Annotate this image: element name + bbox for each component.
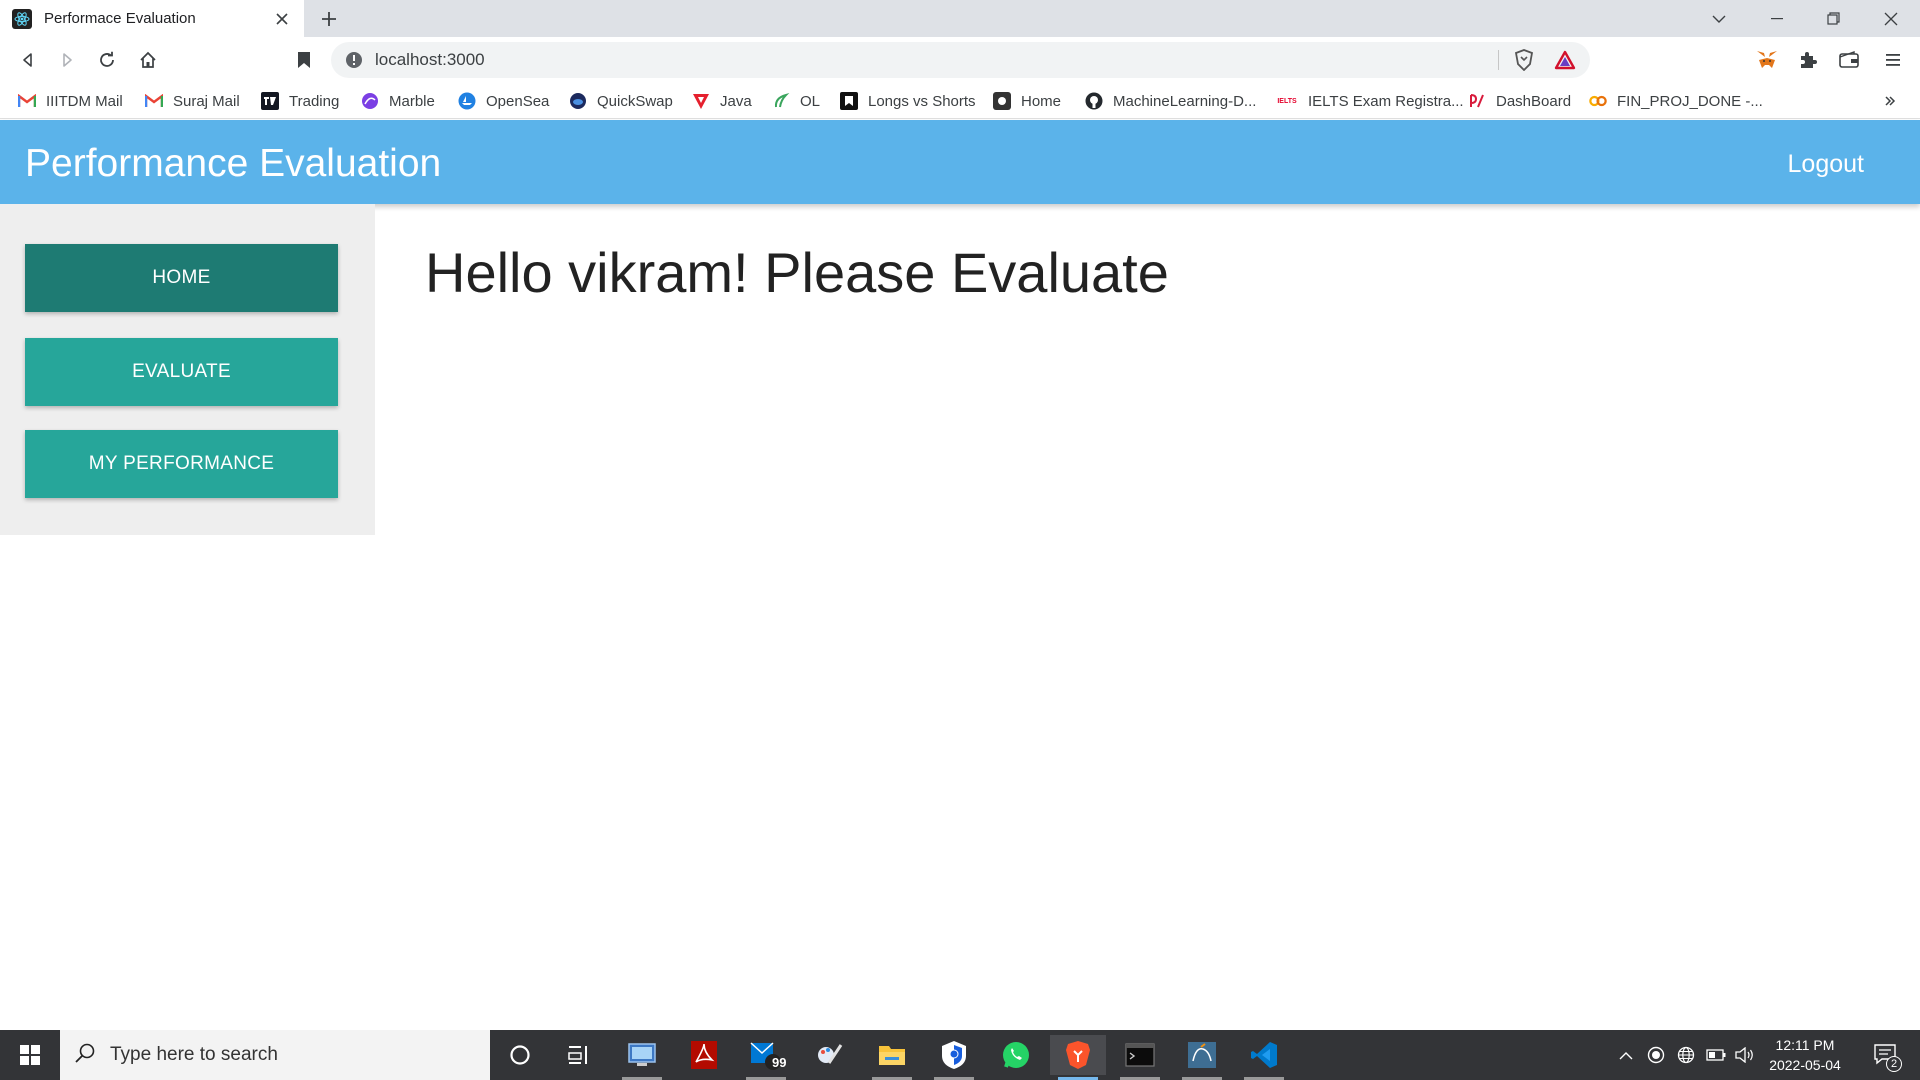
bookmarks-bar: IIITDM Mail Suraj Mail Trading Marble Op… bbox=[0, 83, 1920, 119]
notification-count-badge: 2 bbox=[1886, 1056, 1902, 1072]
taskbar-search-box[interactable]: Type here to search bbox=[60, 1030, 490, 1080]
terminal-icon[interactable] bbox=[1112, 1035, 1168, 1080]
tab-close-icon[interactable] bbox=[272, 9, 292, 29]
menu-icon[interactable] bbox=[1881, 48, 1905, 72]
mysql-workbench-icon[interactable] bbox=[1174, 1035, 1230, 1080]
more-bookmarks-icon[interactable] bbox=[1884, 91, 1896, 111]
bookmark-item[interactable]: MachineLearning-D... bbox=[1085, 91, 1256, 111]
page-greeting: Hello vikram! Please Evaluate bbox=[425, 241, 1169, 304]
logout-link[interactable]: Logout bbox=[1788, 150, 1864, 179]
bookmark-item[interactable]: OpenSea bbox=[458, 91, 549, 111]
tab-title: Performace Evaluation bbox=[44, 10, 196, 27]
acrobat-icon[interactable] bbox=[676, 1035, 732, 1075]
longs-shorts-icon bbox=[840, 92, 858, 110]
brave-rewards-icon[interactable] bbox=[1553, 48, 1577, 72]
ol-icon bbox=[772, 92, 790, 110]
extensions-icon[interactable] bbox=[1796, 48, 1820, 72]
taskbar-clock[interactable]: 12:11 PM 2022-05-04 bbox=[1762, 1035, 1848, 1075]
bookmark-item[interactable]: DashBoard bbox=[1468, 91, 1571, 111]
task-view-icon[interactable] bbox=[552, 1035, 608, 1075]
home-icon[interactable] bbox=[136, 48, 160, 72]
clock-date: 2022-05-04 bbox=[1769, 1057, 1841, 1073]
evaluate-button[interactable]: EVALUATE bbox=[25, 338, 338, 406]
gmail-icon bbox=[145, 92, 163, 110]
site-info-icon[interactable] bbox=[345, 51, 363, 69]
new-tab-icon[interactable] bbox=[316, 6, 342, 32]
omnibox-divider bbox=[1498, 50, 1499, 70]
brave-shields-icon[interactable] bbox=[1512, 48, 1536, 72]
bookmark-item[interactable]: Marble bbox=[361, 91, 435, 111]
minimize-icon[interactable] bbox=[1748, 0, 1805, 37]
browser-tab[interactable]: Performace Evaluation bbox=[0, 0, 304, 37]
bookmark-item[interactable]: QuickSwap bbox=[569, 91, 673, 111]
gmail-icon bbox=[18, 92, 36, 110]
github-icon bbox=[1085, 92, 1103, 110]
search-icon bbox=[74, 1042, 96, 1069]
bookmark-item[interactable]: Java bbox=[692, 91, 752, 111]
bookmark-item[interactable]: OL bbox=[772, 91, 820, 111]
bookmark-item[interactable]: Home bbox=[993, 91, 1061, 111]
app-title: Performance Evaluation bbox=[25, 142, 442, 185]
whatsapp-icon[interactable] bbox=[988, 1035, 1044, 1075]
home-site-icon bbox=[993, 92, 1011, 110]
wallet-icon[interactable] bbox=[1837, 48, 1861, 72]
restore-icon[interactable] bbox=[1805, 0, 1862, 37]
browser-tabstrip: Performace Evaluation bbox=[0, 0, 1920, 37]
search-placeholder: Type here to search bbox=[110, 1044, 278, 1065]
bookmark-item[interactable]: FIN_PROJ_DONE -... bbox=[1589, 91, 1763, 111]
windows-taskbar: Type here to search 99 12:11 PM 2022-05-… bbox=[0, 1030, 1920, 1080]
back-icon[interactable] bbox=[16, 48, 40, 72]
bookmark-item[interactable]: IIITDM Mail bbox=[18, 91, 123, 111]
cortana-icon[interactable] bbox=[492, 1035, 548, 1075]
marble-icon bbox=[361, 92, 379, 110]
brave-browser-icon[interactable] bbox=[1050, 1035, 1106, 1080]
show-hidden-icons-chevron-icon[interactable] bbox=[1614, 1030, 1638, 1080]
bookmark-item[interactable]: Suraj Mail bbox=[145, 91, 240, 111]
colab-icon bbox=[1589, 92, 1607, 110]
battery-icon[interactable] bbox=[1704, 1030, 1728, 1080]
home-button[interactable]: HOME bbox=[25, 244, 338, 312]
notifications-icon[interactable]: 2 bbox=[1866, 1030, 1906, 1080]
java-icon bbox=[692, 92, 710, 110]
bookmark-item[interactable]: Longs vs Shorts bbox=[840, 91, 976, 111]
browser-toolbar: localhost:3000 bbox=[0, 37, 1920, 83]
opensea-icon bbox=[458, 92, 476, 110]
volume-icon[interactable] bbox=[1733, 1030, 1757, 1080]
app-header: Performance Evaluation Logout bbox=[0, 120, 1920, 204]
windows-start-icon[interactable] bbox=[0, 1030, 60, 1080]
clock-time: 12:11 PM bbox=[1775, 1037, 1835, 1053]
reload-icon[interactable] bbox=[95, 48, 119, 72]
react-icon bbox=[12, 8, 32, 29]
bookmark-item[interactable]: IELTS IELTS Exam Registra... bbox=[1276, 91, 1463, 111]
snip-sketch-icon[interactable] bbox=[802, 1035, 858, 1075]
my-performance-button[interactable]: MY PERFORMANCE bbox=[25, 430, 338, 498]
tradingview-icon bbox=[261, 92, 279, 110]
bookmark-icon[interactable] bbox=[292, 48, 316, 72]
mail-icon[interactable]: 99 bbox=[738, 1035, 794, 1080]
quickswap-icon bbox=[569, 92, 587, 110]
bookmark-item[interactable]: Trading bbox=[261, 91, 339, 111]
metamask-icon[interactable] bbox=[1755, 48, 1779, 72]
forward-icon[interactable] bbox=[55, 48, 79, 72]
file-explorer-icon[interactable] bbox=[864, 1035, 920, 1080]
mail-badge: 99 bbox=[772, 1055, 787, 1070]
remote-desktop-icon[interactable] bbox=[614, 1035, 670, 1080]
close-window-icon[interactable] bbox=[1862, 0, 1919, 37]
address-bar[interactable]: localhost:3000 bbox=[331, 42, 1590, 78]
sidebar: HOME EVALUATE MY PERFORMANCE bbox=[0, 204, 375, 535]
network-globe-icon[interactable] bbox=[1674, 1030, 1698, 1080]
vscode-icon[interactable] bbox=[1236, 1035, 1292, 1080]
tab-search-chevron-icon[interactable] bbox=[1690, 0, 1747, 37]
record-icon[interactable] bbox=[1644, 1030, 1668, 1080]
ielts-icon: IELTS bbox=[1277, 97, 1297, 105]
url-text: localhost:3000 bbox=[375, 50, 485, 69]
dashboard-icon bbox=[1468, 92, 1486, 110]
bitwarden-icon[interactable] bbox=[926, 1035, 982, 1080]
